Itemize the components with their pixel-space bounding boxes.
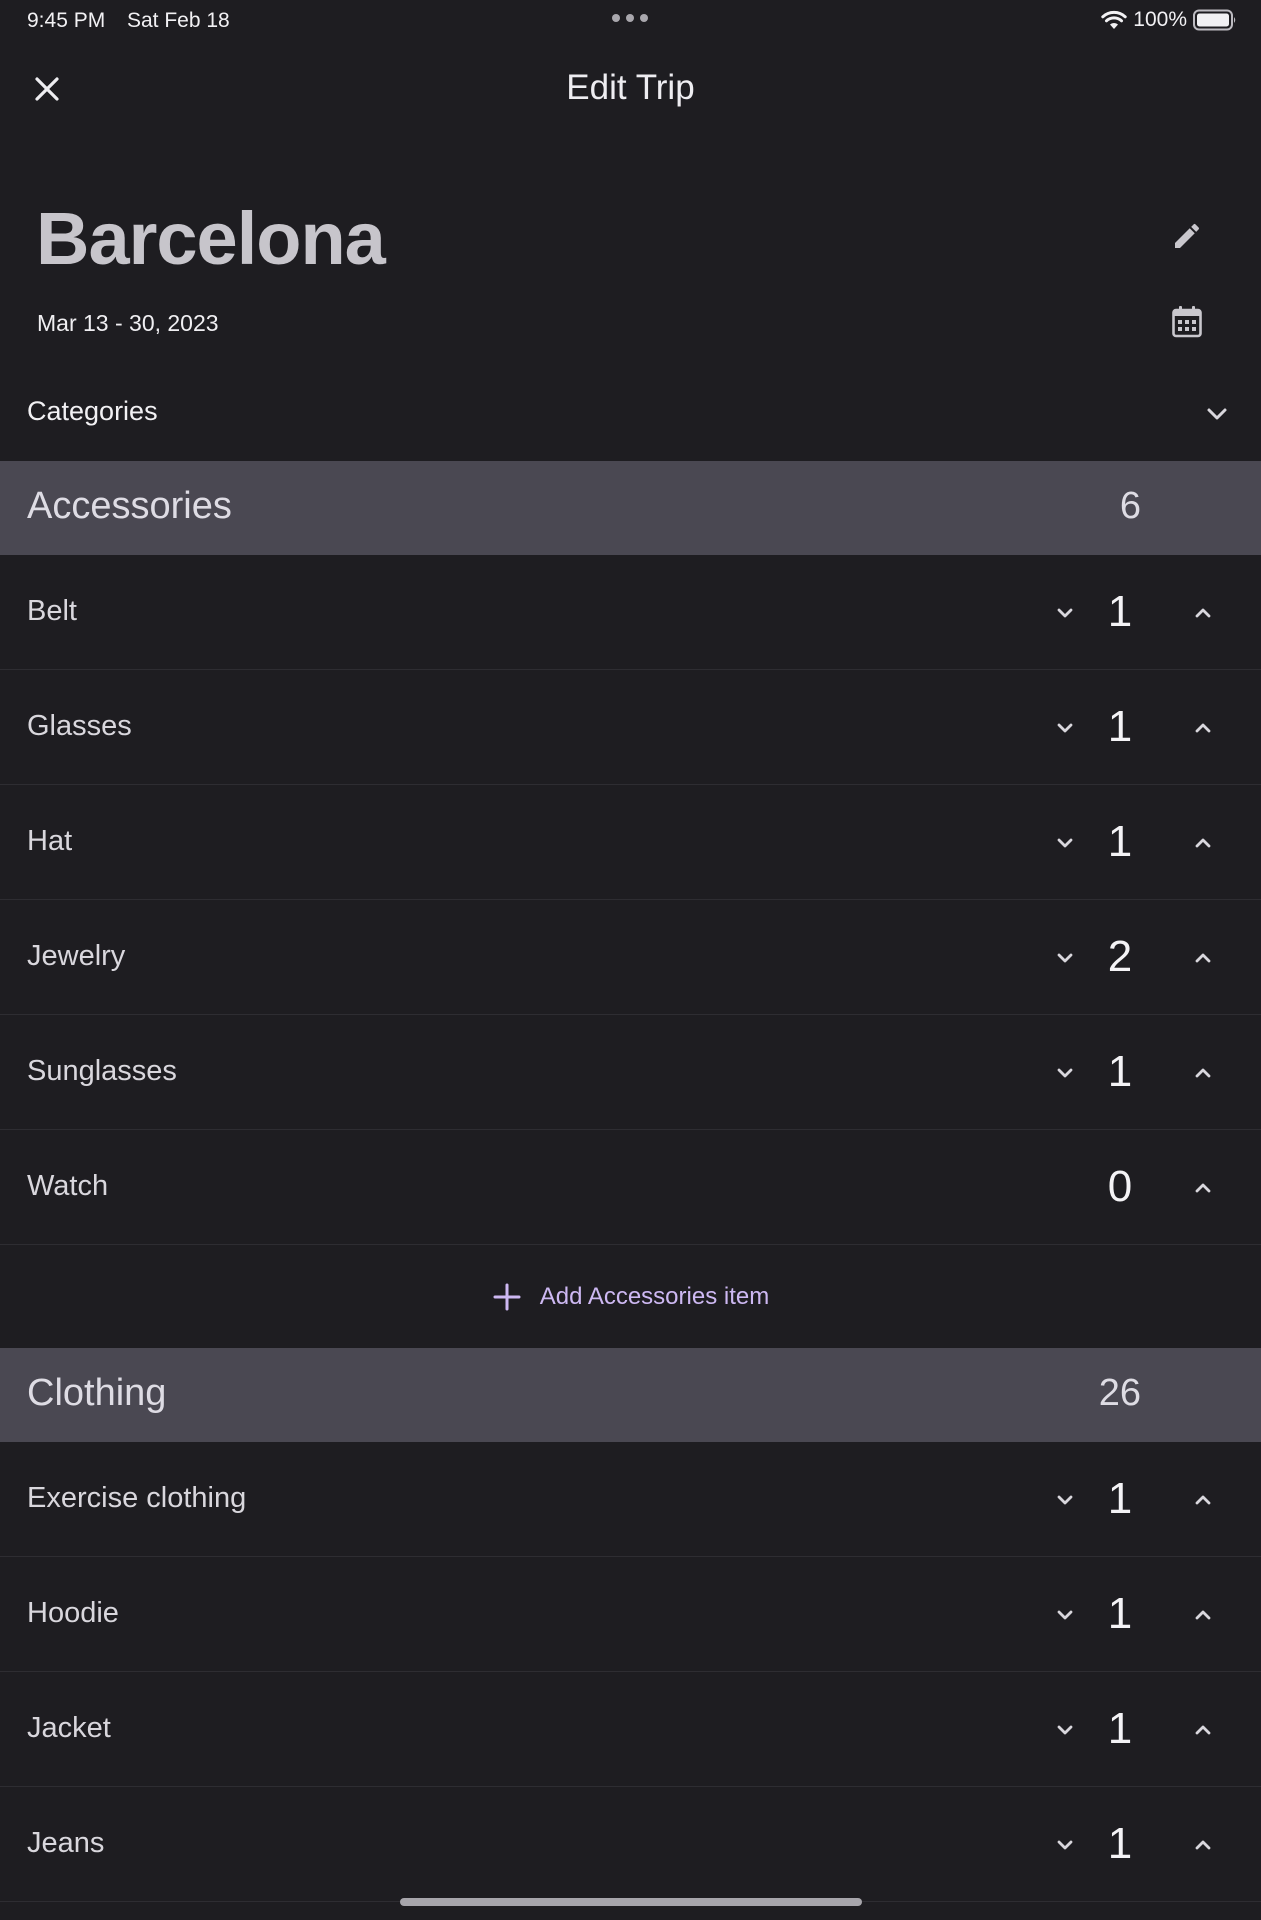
section-count: 6	[1119, 485, 1141, 527]
chevron-down-icon	[1057, 1610, 1073, 1620]
item-quantity: 1	[1107, 1474, 1133, 1523]
item-quantity: 1	[1107, 817, 1133, 866]
chevron-down-icon	[1057, 1840, 1073, 1850]
list-item: Belt 1	[0, 555, 1261, 670]
chevron-down-icon	[1057, 723, 1073, 733]
item-quantity: 1	[1107, 1819, 1133, 1868]
decrease-button[interactable]	[1045, 1595, 1085, 1635]
item-label: Hoodie	[27, 1597, 119, 1629]
item-label: Belt	[27, 595, 77, 627]
item-label: Glasses	[27, 710, 132, 742]
increase-button[interactable]	[1183, 1710, 1223, 1750]
chevron-down-icon	[1057, 1068, 1073, 1078]
item-label: Jacket	[27, 1712, 111, 1744]
trip-dates: Mar 13 - 30, 2023	[37, 310, 219, 336]
chevron-up-icon	[1195, 1068, 1211, 1078]
section-count: 26	[1098, 1372, 1141, 1414]
increase-button[interactable]	[1183, 593, 1223, 633]
status-bar: 9:45 PM Sat Feb 18 100%	[0, 0, 1261, 40]
section-header-accessories: Accessories 6	[0, 461, 1261, 555]
decrease-button[interactable]	[1045, 1710, 1085, 1750]
add-item-label: Add Accessories item	[539, 1282, 770, 1310]
chevron-up-icon	[1195, 838, 1211, 848]
page-title: Edit Trip	[566, 68, 695, 107]
list-item: Glasses 1	[0, 670, 1261, 785]
plus-icon	[493, 1283, 521, 1310]
decrease-button[interactable]	[1045, 1825, 1085, 1865]
decrease-button[interactable]	[1045, 1053, 1085, 1093]
list-item: Hoodie 1	[0, 1557, 1261, 1672]
list-item: Sunglasses 1	[0, 1015, 1261, 1130]
chevron-up-icon	[1195, 1495, 1211, 1505]
pencil-icon	[1175, 223, 1200, 248]
list-item: Jeans 1	[0, 1787, 1261, 1902]
chevron-down-icon	[1057, 1495, 1073, 1505]
edit-dates-button[interactable]	[1165, 300, 1209, 344]
nav-bar: Edit Trip	[0, 56, 1261, 120]
chevron-up-icon	[1195, 1725, 1211, 1735]
battery-percentage: 100%	[1133, 8, 1187, 31]
decrease-button[interactable]	[1045, 823, 1085, 863]
multitasking-dots-icon[interactable]	[612, 14, 648, 22]
chevron-up-icon	[1195, 1840, 1211, 1850]
decrease-button[interactable]	[1045, 1480, 1085, 1520]
decrease-button[interactable]	[1045, 938, 1085, 978]
item-label: Exercise clothing	[27, 1482, 247, 1514]
increase-button[interactable]	[1183, 1168, 1223, 1208]
trip-name: Barcelona	[36, 197, 386, 280]
chevron-down-icon	[1057, 838, 1073, 848]
item-quantity: 1	[1107, 1589, 1133, 1638]
item-quantity: 1	[1107, 1704, 1133, 1753]
list-item: Watch 0	[0, 1130, 1261, 1245]
chevron-up-icon	[1195, 723, 1211, 733]
item-label: Watch	[27, 1170, 109, 1202]
battery-icon	[1193, 9, 1236, 31]
item-quantity: 1	[1107, 702, 1133, 751]
increase-button[interactable]	[1183, 1480, 1223, 1520]
chevron-up-icon	[1195, 953, 1211, 963]
increase-button[interactable]	[1183, 1595, 1223, 1635]
list-item: Hat 1	[0, 785, 1261, 900]
chevron-up-icon	[1195, 1183, 1211, 1193]
calendar-icon	[1172, 306, 1202, 338]
list-item: Exercise clothing 1	[0, 1442, 1261, 1557]
chevron-down-icon	[1057, 608, 1073, 618]
item-quantity: 1	[1107, 587, 1133, 636]
categories-toggle[interactable]: Categories	[0, 380, 1261, 444]
edit-trip-screen: 9:45 PM Sat Feb 18 100% Edit Trip Barcel…	[0, 0, 1261, 1920]
item-quantity: 0	[1107, 1162, 1133, 1211]
item-label: Jewelry	[27, 940, 126, 972]
wifi-icon	[1101, 10, 1127, 29]
chevron-down-icon	[1057, 1725, 1073, 1735]
item-quantity: 1	[1107, 1047, 1133, 1096]
section-title: Accessories	[27, 485, 232, 527]
section-title: Clothing	[27, 1372, 167, 1414]
increase-button[interactable]	[1183, 1053, 1223, 1093]
home-indicator[interactable]	[400, 1898, 862, 1906]
status-time: 9:45 PM	[27, 9, 106, 32]
status-indicators: 100%	[1101, 8, 1237, 32]
edit-trip-name-button[interactable]	[1165, 214, 1209, 258]
list-item: Jacket 1	[0, 1672, 1261, 1787]
item-quantity: 2	[1107, 932, 1133, 981]
categories-label: Categories	[27, 396, 158, 426]
section-header-clothing: Clothing 26	[0, 1348, 1261, 1442]
packing-list: Accessories 6 Belt 1 Glasses 1 Hat 1 Jew…	[0, 461, 1261, 1902]
item-label: Hat	[27, 825, 73, 857]
item-label: Jeans	[27, 1827, 105, 1859]
chevron-down-icon	[1057, 953, 1073, 963]
decrease-button[interactable]	[1045, 593, 1085, 633]
increase-button[interactable]	[1183, 938, 1223, 978]
chevron-down-icon	[1207, 408, 1227, 420]
increase-button[interactable]	[1183, 1825, 1223, 1865]
add-accessories-item-button[interactable]: Add Accessories item	[0, 1245, 1261, 1348]
status-date: Sat Feb 18	[127, 9, 230, 32]
list-item: Jewelry 2	[0, 900, 1261, 1015]
decrease-button[interactable]	[1045, 708, 1085, 748]
chevron-up-icon	[1195, 608, 1211, 618]
item-label: Sunglasses	[27, 1055, 177, 1087]
chevron-up-icon	[1195, 1610, 1211, 1620]
increase-button[interactable]	[1183, 823, 1223, 863]
increase-button[interactable]	[1183, 708, 1223, 748]
